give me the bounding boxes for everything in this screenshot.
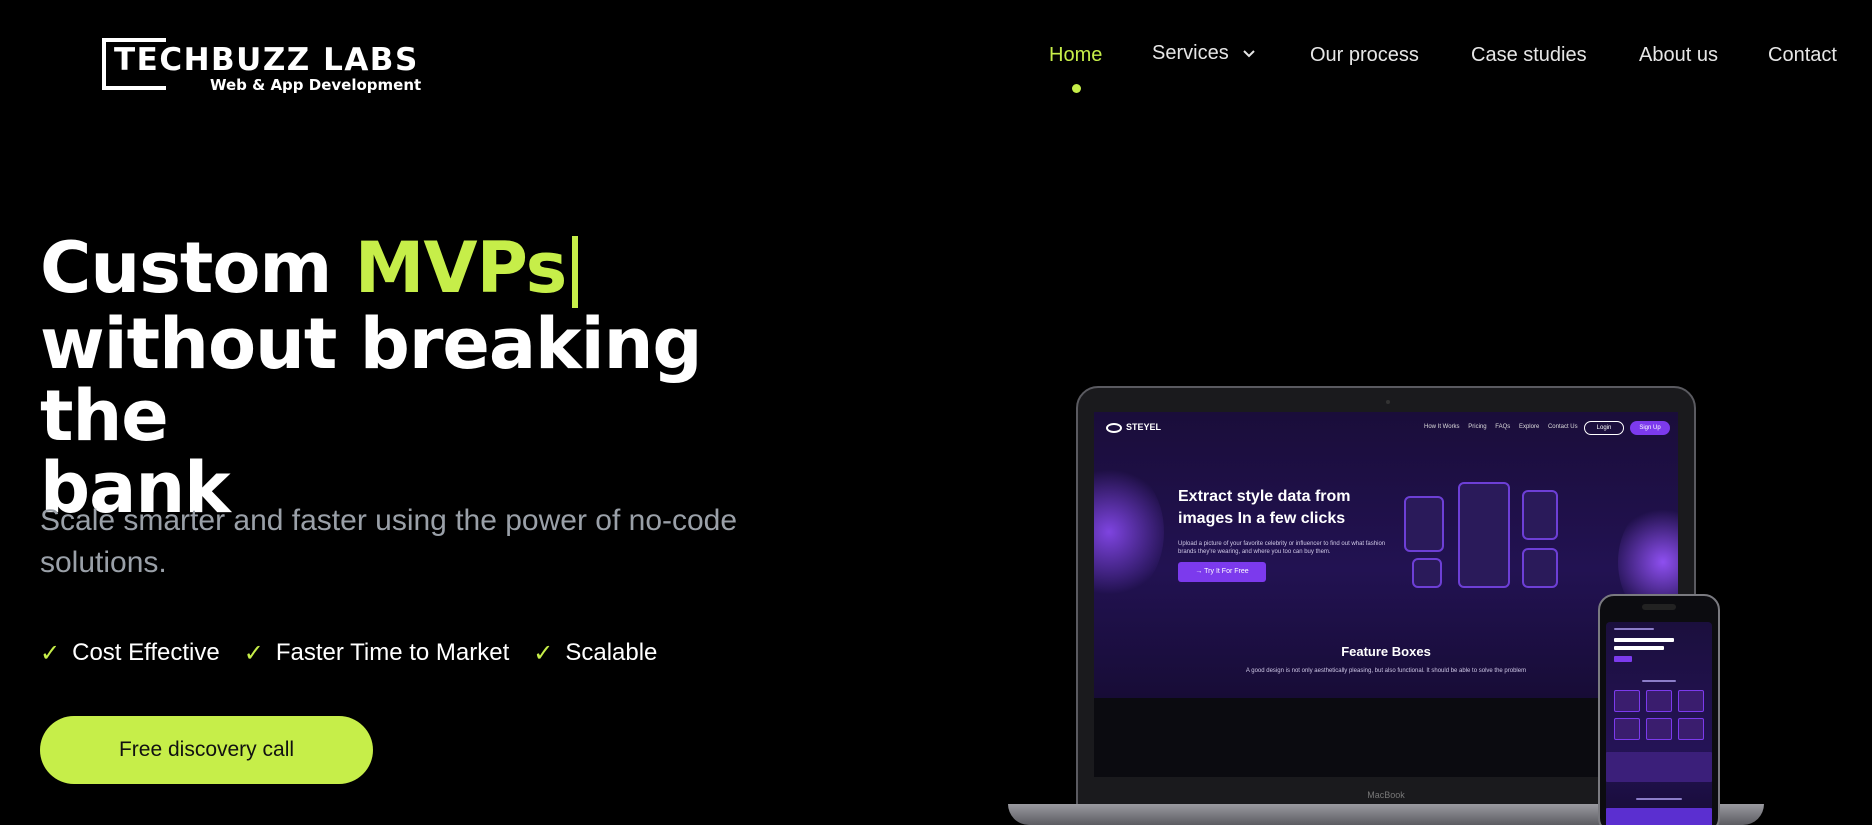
feature-label: Faster Time to Market	[275, 639, 510, 666]
mockup-signup: Sign Up	[1630, 421, 1670, 435]
nav-item-services-label: Services	[1152, 42, 1229, 64]
check-icon: ✓	[533, 639, 554, 667]
mockup-nav-item: Pricing	[1468, 424, 1487, 430]
mockup-section-body: A good design is not only aesthetically …	[1245, 668, 1527, 674]
phone-card	[1678, 690, 1704, 712]
phone-line	[1614, 646, 1664, 650]
phone-line	[1614, 638, 1674, 642]
mockup-nav: How It Works Pricing FAQs Explore Contac…	[1424, 424, 1585, 430]
feature-label: Scalable	[565, 639, 658, 666]
nav-item-contact[interactable]: Contact	[1768, 44, 1837, 67]
phone-band	[1606, 752, 1712, 782]
laptop-screen: STEYEL How It Works Pricing FAQs Explore…	[1094, 412, 1678, 777]
laptop-camera	[1386, 400, 1390, 404]
nav-item-about-us[interactable]: About us	[1639, 44, 1718, 67]
phone-card	[1614, 690, 1640, 712]
mockup-nav-item: How It Works	[1424, 424, 1460, 430]
mockup-card	[1412, 558, 1442, 588]
phone-card	[1646, 718, 1672, 740]
hero-title-prefix: Custom	[40, 227, 355, 309]
mockup-card	[1522, 490, 1558, 540]
mockup-logo-text: STEYEL	[1126, 422, 1162, 432]
hero-title-accent: MVPs	[354, 227, 568, 309]
mockup-nav-item: FAQs	[1495, 424, 1511, 430]
phone-line	[1642, 680, 1676, 682]
phone-band	[1606, 808, 1712, 825]
mockup-login: Login	[1584, 421, 1624, 435]
nav-item-case-studies[interactable]: Case studies	[1471, 44, 1587, 67]
mockup-phone-collage	[1404, 482, 1564, 592]
check-icon: ✓	[243, 639, 264, 667]
hero-title: Custom MVPs without breaking the bank	[40, 232, 840, 524]
typing-cursor	[572, 236, 579, 308]
phone-line	[1636, 798, 1682, 800]
mockup-logo: STEYEL	[1106, 422, 1161, 433]
mockup-phone	[1458, 482, 1510, 588]
mockup-section-title: Feature Boxes	[1341, 644, 1431, 659]
phone-card	[1614, 718, 1640, 740]
phone-notch	[1642, 604, 1676, 610]
mockup-nav-item: Contact Us	[1547, 424, 1578, 430]
mockup-cta: → Try It For Free	[1178, 562, 1266, 582]
mockup-headline: Extract style data from images In a few …	[1178, 488, 1351, 527]
nav-item-our-process[interactable]: Our process	[1310, 44, 1419, 67]
chevron-down-icon	[1243, 50, 1255, 58]
hero-subtitle: Scale smarter and faster using the power…	[40, 504, 738, 579]
feature-label: Cost Effective	[72, 639, 220, 666]
main-nav: Home Services Our process Case studies A…	[0, 42, 1872, 84]
phone-line	[1614, 628, 1654, 630]
hero-title-line2: without breaking the	[40, 303, 703, 457]
phone-card	[1646, 690, 1672, 712]
feature-item: ✓ Faster Time to Market	[244, 636, 510, 670]
feature-item: ✓ Scalable	[533, 636, 657, 670]
mockup-nav-item: Explore	[1518, 424, 1540, 430]
phone-mockup	[1598, 594, 1720, 825]
mockup-card	[1404, 496, 1444, 552]
phone-button	[1614, 656, 1632, 662]
eye-icon	[1106, 422, 1122, 433]
mockup-card	[1522, 548, 1558, 588]
nav-item-services[interactable]: Services	[1152, 42, 1256, 65]
check-icon: ✓	[40, 639, 61, 667]
nav-item-home[interactable]: Home	[1049, 44, 1102, 67]
phone-card	[1678, 718, 1704, 740]
discovery-call-button[interactable]: Free discovery call	[40, 716, 373, 784]
feature-item: ✓ Cost Effective	[40, 636, 220, 670]
feature-list: ✓ Cost Effective ✓ Faster Time to Market…	[40, 636, 657, 670]
mockup-glow-left	[1094, 462, 1164, 602]
phone-screen	[1606, 622, 1712, 825]
active-nav-indicator	[1072, 84, 1081, 93]
mockup-hero: STEYEL How It Works Pricing FAQs Explore…	[1094, 412, 1678, 698]
mockup-body: Upload a picture of your favorite celebr…	[1178, 541, 1386, 555]
